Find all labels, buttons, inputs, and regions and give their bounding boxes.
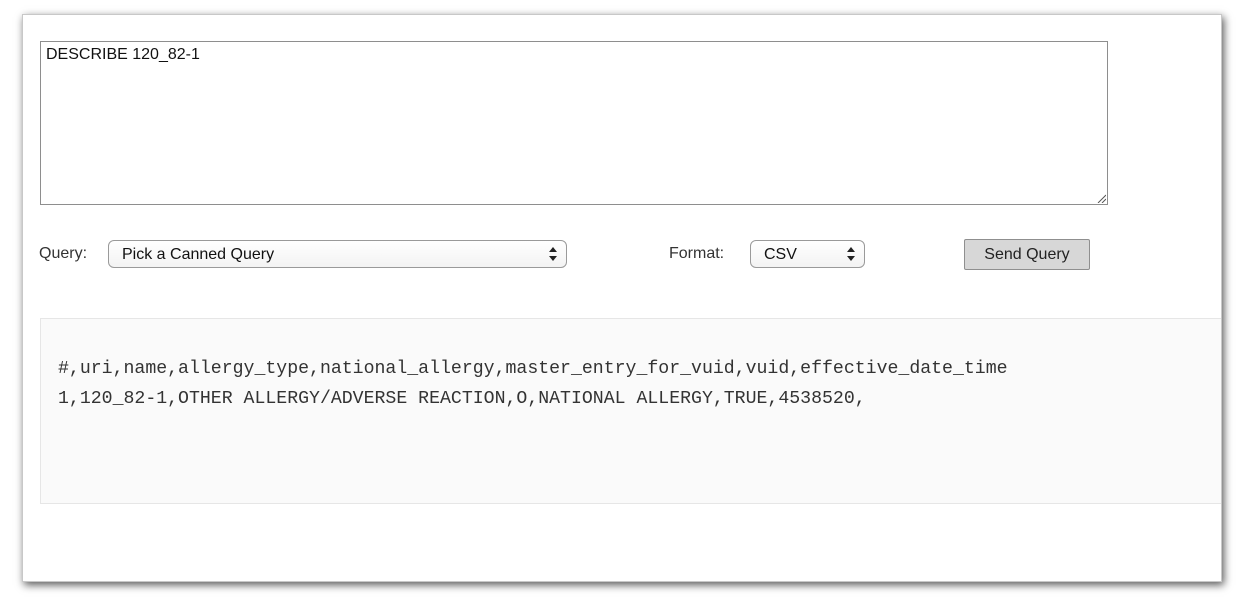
result-data-line: 1,120_82-1,OTHER ALLERGY/ADVERSE REACTIO… xyxy=(58,389,866,409)
query-window: DESCRIBE 120_82-1 Query: Pick a Canned Q… xyxy=(22,14,1222,582)
resize-grip-icon[interactable] xyxy=(1097,194,1106,203)
canned-query-selected-value: Pick a Canned Query xyxy=(122,246,275,263)
up-down-chevron-icon xyxy=(549,247,557,261)
query-controls: Query: Pick a Canned Query Format: CSV S… xyxy=(39,239,1139,273)
send-query-button[interactable]: Send Query xyxy=(964,239,1090,270)
canned-query-select[interactable]: Pick a Canned Query xyxy=(108,240,567,268)
result-header-line: #,uri,name,allergy_type,national_allergy… xyxy=(58,359,1008,379)
format-label: Format: xyxy=(669,245,725,262)
up-down-chevron-icon xyxy=(847,247,855,261)
format-select[interactable]: CSV xyxy=(750,240,865,268)
result-output: #,uri,name,allergy_type,national_allergy… xyxy=(40,318,1221,504)
format-selected-value: CSV xyxy=(764,246,797,263)
query-textarea[interactable]: DESCRIBE 120_82-1 xyxy=(40,41,1108,205)
query-label: Query: xyxy=(39,245,88,262)
